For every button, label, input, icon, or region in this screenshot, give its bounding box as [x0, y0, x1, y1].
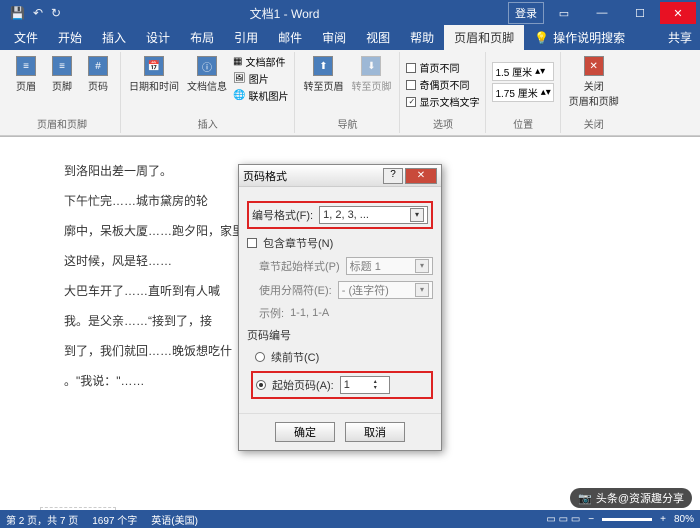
format-combo[interactable]: 1, 2, 3, ...▾ — [319, 206, 428, 224]
login-button[interactable]: 登录 — [508, 2, 544, 24]
chapter-style-combo: 标题 1▾ — [346, 257, 433, 275]
view-icons[interactable]: ▭ ▭ ▭ — [546, 514, 580, 525]
maximize-icon[interactable]: ☐ — [622, 2, 658, 24]
bulb-icon: 💡 — [534, 31, 549, 45]
group-insert: 插入 — [127, 116, 288, 131]
close-icon[interactable]: ✕ — [660, 2, 696, 24]
example-label: 示例: — [259, 305, 284, 321]
tab-bar: 文件 开始 插入 设计 布局 引用 邮件 审阅 视图 帮助 页眉和页脚 💡操作说… — [0, 26, 700, 50]
pagenum-button[interactable]: #页码 — [82, 54, 114, 95]
group-hf: 页眉和页脚 — [10, 116, 114, 131]
header-button[interactable]: ≡页眉 — [10, 54, 42, 95]
include-chapter-check[interactable]: 包含章节号(N) — [247, 235, 433, 251]
zoom-slider[interactable] — [602, 518, 652, 521]
tab-help[interactable]: 帮助 — [400, 25, 444, 50]
separator-combo: - (连字符)▾ — [338, 281, 433, 299]
date-button[interactable]: 📅日期和时间 — [127, 54, 181, 95]
status-words[interactable]: 1697 个字 — [92, 512, 137, 527]
numbering-title: 页码编号 — [247, 330, 291, 342]
help-icon[interactable]: ? — [383, 168, 403, 184]
group-position: 位置 — [492, 116, 553, 131]
docparts-button[interactable]: ▦文档部件 — [233, 54, 288, 69]
goto-header-button[interactable]: ⬆转至页眉 — [301, 54, 345, 95]
group-options: 选项 — [406, 116, 479, 131]
tab-layout[interactable]: 布局 — [180, 25, 224, 50]
example-value: 1-1, 1-A — [290, 307, 329, 319]
redo-icon[interactable]: ↻ — [51, 6, 61, 20]
zoom-out-icon[interactable]: − — [588, 514, 594, 525]
tab-home[interactable]: 开始 — [48, 25, 92, 50]
ribbon-options-icon[interactable]: ▭ — [546, 2, 582, 24]
group-nav: 导航 — [301, 116, 393, 131]
page-number-format-dialog: 页码格式 ? ✕ 编号格式(F): 1, 2, 3, ...▾ 包含章节号(N)… — [238, 164, 442, 451]
footer-button[interactable]: ≡页脚 — [46, 54, 78, 95]
ok-button[interactable]: 确定 — [275, 422, 335, 442]
footer-bottom-spin[interactable]: 1.75 厘米▴▾ — [492, 83, 553, 102]
tab-header-footer[interactable]: 页眉和页脚 — [444, 25, 524, 50]
zoom-level[interactable]: 80% — [674, 514, 694, 525]
tell-me[interactable]: 💡操作说明搜索 — [524, 25, 635, 50]
separator-label: 使用分隔符(E): — [259, 282, 332, 298]
save-icon[interactable]: 💾 — [10, 6, 25, 20]
status-lang[interactable]: 英语(美国) — [151, 512, 198, 527]
diff-odd-check[interactable]: 奇偶页不同 — [406, 77, 479, 92]
watermark: 📷头条@资源趣分享 — [570, 488, 692, 508]
tab-review[interactable]: 审阅 — [312, 25, 356, 50]
window-title: 文档1 - Word — [250, 5, 320, 22]
tab-references[interactable]: 引用 — [224, 25, 268, 50]
tab-view[interactable]: 视图 — [356, 25, 400, 50]
tab-file[interactable]: 文件 — [4, 25, 48, 50]
tab-design[interactable]: 设计 — [136, 25, 180, 50]
format-label: 编号格式(F): — [252, 207, 313, 223]
start-at-radio[interactable]: 起始页码(A): 1▴▾ — [251, 371, 433, 399]
undo-icon[interactable]: ↶ — [33, 6, 43, 20]
tab-insert[interactable]: 插入 — [92, 25, 136, 50]
dialog-close-icon[interactable]: ✕ — [405, 168, 437, 184]
picture-button[interactable]: 🖼图片 — [233, 71, 288, 86]
close-hf-button[interactable]: ✕关闭 页眉和页脚 — [567, 54, 621, 110]
cancel-button[interactable]: 取消 — [345, 422, 405, 442]
docinfo-button[interactable]: ⓘ文档信息 — [185, 54, 229, 95]
online-picture-button[interactable]: 🌐联机图片 — [233, 88, 288, 103]
chevron-down-icon: ▾ — [410, 208, 424, 222]
minimize-icon[interactable]: — — [584, 2, 620, 24]
dialog-title: 页码格式 — [243, 168, 287, 184]
start-at-spin[interactable]: 1▴▾ — [340, 376, 390, 394]
header-top-spin[interactable]: 1.5 厘米▴▾ — [492, 62, 553, 81]
status-page[interactable]: 第 2 页，共 7 页 — [6, 512, 78, 527]
tab-mailings[interactable]: 邮件 — [268, 25, 312, 50]
continue-radio[interactable]: 续前节(C) — [255, 349, 433, 365]
group-close: 关闭 — [567, 116, 621, 131]
goto-footer-button: ⬇转至页脚 — [349, 54, 393, 95]
share-button[interactable]: 共享 — [658, 25, 700, 50]
show-doc-check[interactable]: 显示文档文字 — [406, 94, 479, 109]
zoom-in-icon[interactable]: + — [660, 514, 666, 525]
diff-first-check[interactable]: 首页不同 — [406, 60, 479, 75]
chapter-style-label: 章节起始样式(P) — [259, 258, 340, 274]
